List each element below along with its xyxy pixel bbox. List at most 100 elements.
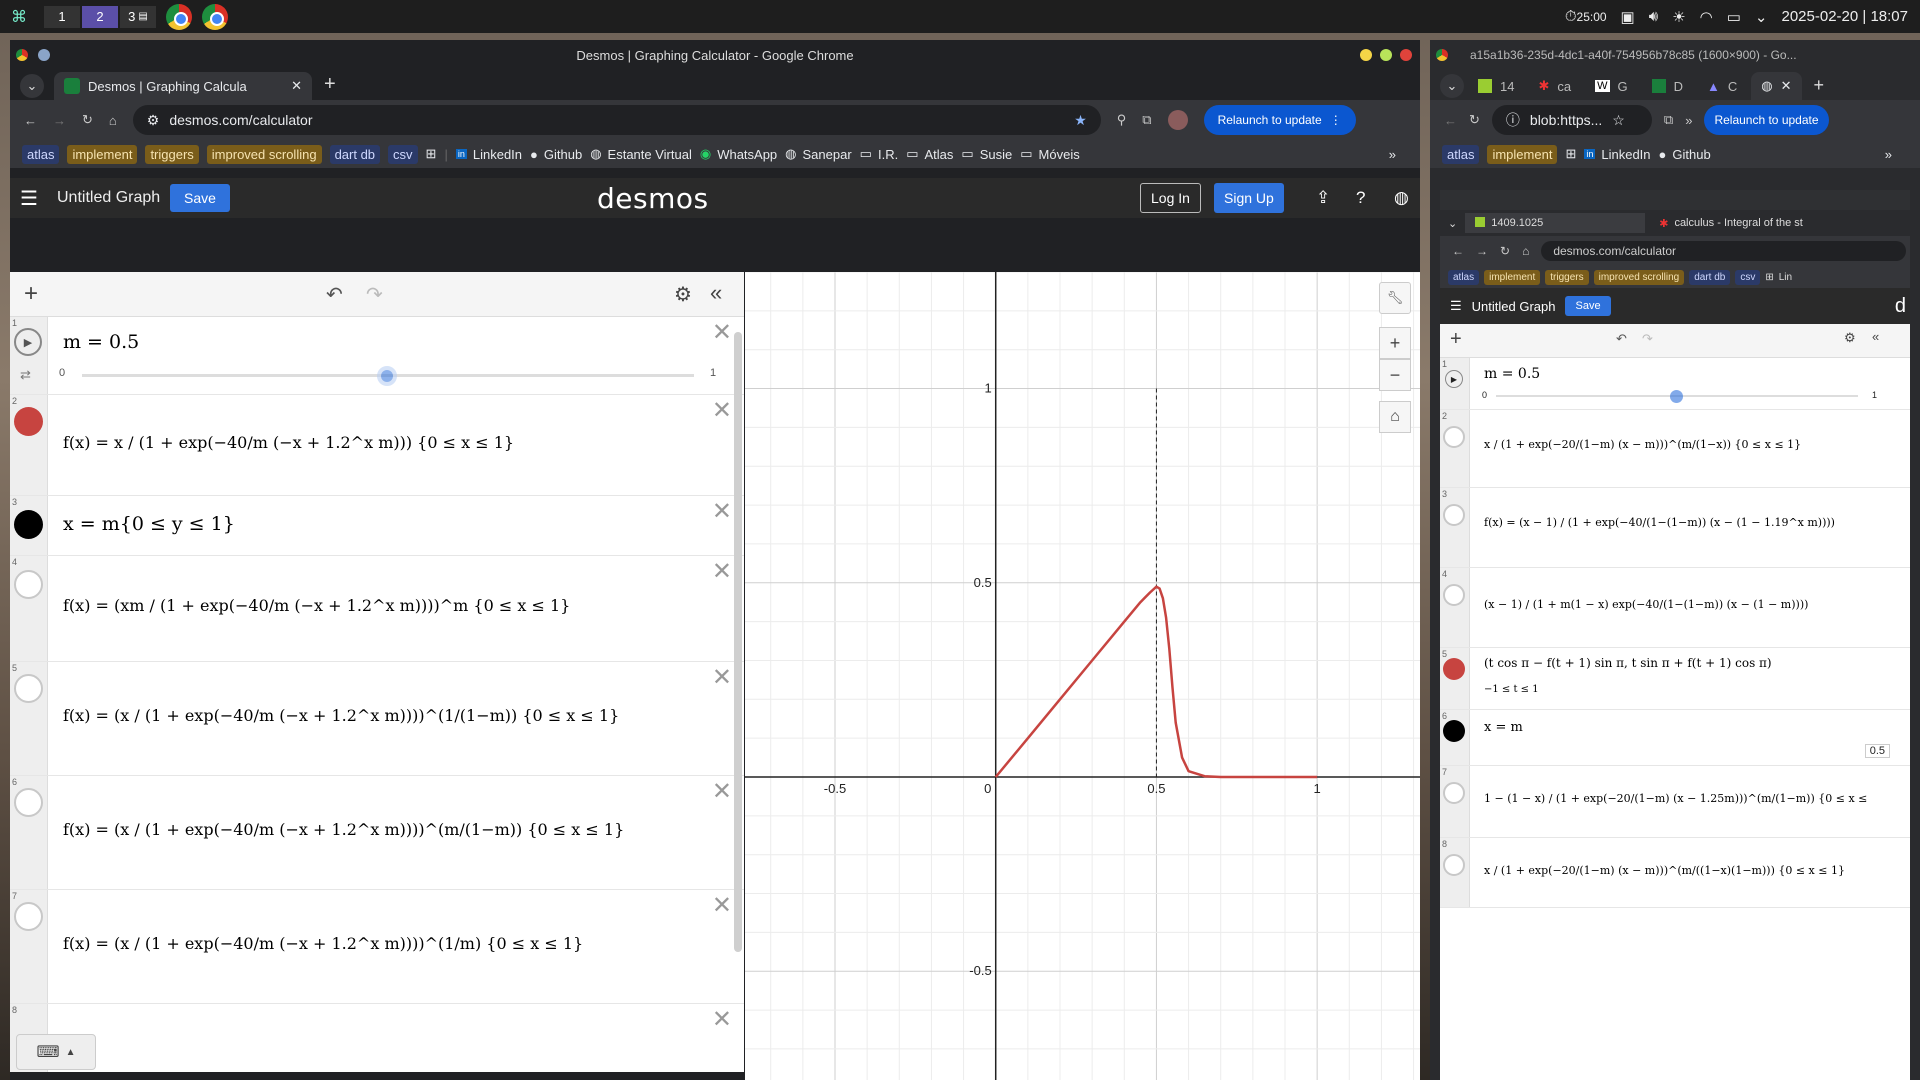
hamburger-menu-icon[interactable]: ☰ <box>20 186 38 211</box>
site-info-icon[interactable]: ⚙ <box>147 112 160 129</box>
redo-icon[interactable]: ↷ <box>366 282 383 307</box>
bookmark-github[interactable]: ● Github <box>1659 147 1711 162</box>
bookmark-estante-virtual[interactable]: ◍ Estante Virtual <box>590 146 692 162</box>
brightness-icon[interactable]: ☀ <box>1672 8 1685 26</box>
delete-expression-icon[interactable]: ✕ <box>712 321 732 345</box>
help-icon[interactable]: ? <box>1356 188 1365 208</box>
bookmark-sanepar[interactable]: ◍ Sanepar <box>785 146 852 162</box>
maximize-button[interactable] <box>1380 49 1392 61</box>
workspace-1[interactable]: 1 <box>44 5 80 28</box>
undo-icon[interactable]: ↶ <box>326 282 343 307</box>
omnibox[interactable]: ⓘ blob:https... ☆ <box>1491 105 1652 135</box>
graph-title[interactable]: Untitled Graph <box>57 189 160 207</box>
slider-handle[interactable] <box>377 366 397 386</box>
side-tab-active[interactable]: ◍ ✕ <box>1751 72 1802 100</box>
workspace-2[interactable]: 2 <box>82 5 118 28</box>
bookmark-github[interactable]: ● Github <box>530 147 582 162</box>
window-pin-icon[interactable] <box>38 49 50 61</box>
volume-icon[interactable]: 🔊︎ <box>1649 8 1658 25</box>
expression-math[interactable]: f(x) = (x / (1 + exp(−40/m (−x + 1.2^x m… <box>63 706 619 725</box>
signup-button[interactable]: Sign Up <box>1214 183 1284 213</box>
profile-avatar[interactable] <box>1167 110 1188 130</box>
delete-expression-icon[interactable]: ✕ <box>712 666 732 690</box>
expression-row-5[interactable]: 5 f(x) = (x / (1 + exp(−40/m (−x + 1.2^x… <box>10 662 744 776</box>
workspace-3[interactable]: 3 ▤ <box>120 5 156 28</box>
tab-search-icon[interactable]: ⌄ <box>1448 217 1457 230</box>
language-globe-icon[interactable]: ◍ <box>1394 188 1409 208</box>
graph-paper[interactable]: -0.5 0 0.5 1 1 0.5 -0.5 🔧︎ + − ⌂ <box>745 272 1420 1080</box>
side-tab-5[interactable]: ▲ C <box>1697 72 1747 100</box>
minimize-button[interactable] <box>1360 49 1372 61</box>
side-tab-2[interactable]: ✱ ca <box>1528 72 1581 100</box>
bookmark-folder-ir[interactable]: ▭ I.R. <box>860 146 899 162</box>
bookmarks-overflow-icon[interactable]: » <box>1389 147 1396 162</box>
graph-canvas[interactable]: -0.5 0 0.5 1 1 0.5 -0.5 <box>745 272 1420 1080</box>
bookmark-folder-susie[interactable]: ▭ Susie <box>961 146 1012 162</box>
app-launcher-icon[interactable]: ⌘ <box>6 4 32 30</box>
graph-color-icon[interactable] <box>14 510 43 539</box>
save-button[interactable]: Save <box>170 184 230 212</box>
bookmark-improved-scrolling[interactable]: improved scrolling <box>206 144 322 164</box>
bookmark-folder-atlas[interactable]: ▭ Atlas <box>906 146 953 162</box>
bookmark-folder-moveis[interactable]: ▭ Móveis <box>1020 146 1079 162</box>
graph-color-icon[interactable] <box>14 902 43 931</box>
extensions-icon[interactable]: ⧉ <box>1142 112 1151 128</box>
bookmark-star-icon[interactable]: ☆ <box>1612 112 1625 129</box>
back-icon[interactable]: ← <box>24 113 37 128</box>
loop-icon[interactable]: ⇄ <box>20 367 31 383</box>
chrome-taskbar-icon[interactable] <box>166 3 192 30</box>
delete-expression-icon[interactable]: ✕ <box>712 1008 732 1032</box>
tab-search-icon[interactable]: ⌄ <box>1440 74 1464 98</box>
overflow-icon[interactable]: » <box>1685 113 1692 128</box>
expression-row-6[interactable]: 6 f(x) = (x / (1 + exp(−40/m (−x + 1.2^x… <box>10 776 744 890</box>
side-tab-3[interactable]: WG <box>1585 72 1638 100</box>
timer-icon[interactable]: ⏱25:00 <box>1565 8 1607 25</box>
expression-math[interactable]: x = m{0 ≤ y ≤ 1} <box>63 513 235 535</box>
expression-math[interactable]: f(x) = x / (1 + exp(−40/m (−x + 1.2^x m)… <box>63 433 514 452</box>
expression-math[interactable]: f(x) = (x / (1 + exp(−40/m (−x + 1.2^x m… <box>63 934 583 953</box>
expression-scrollbar[interactable] <box>734 332 742 952</box>
bookmark-linkedin[interactable]: in LinkedIn <box>1584 147 1651 162</box>
zoom-in-button[interactable]: + <box>1379 327 1411 359</box>
share-icon[interactable]: ⇪ <box>1316 188 1330 208</box>
reload-icon[interactable]: ↻ <box>82 112 93 128</box>
tab-search-icon[interactable]: ⌄ <box>20 74 44 98</box>
bookmark-whatsapp[interactable]: ◉ WhatsApp <box>700 146 777 162</box>
apps-grid-icon[interactable]: ⊞ <box>426 146 437 162</box>
relaunch-button[interactable]: Relaunch to update ⋮ <box>1203 105 1356 135</box>
delete-expression-icon[interactable]: ✕ <box>712 399 732 423</box>
expression-row-7[interactable]: 7 f(x) = (x / (1 + exp(−40/m (−x + 1.2^x… <box>10 890 744 1004</box>
collapse-panel-icon[interactable]: « <box>710 280 722 306</box>
nested-tab-1[interactable]: 1409.1025 <box>1465 213 1646 233</box>
wifi-icon[interactable]: ◠ <box>1700 8 1713 26</box>
bookmark-star-icon[interactable]: ★ <box>1074 112 1087 129</box>
graph-color-icon[interactable] <box>14 407 43 436</box>
expression-math[interactable]: f(x) = (xm / (1 + exp(−40/m (−x + 1.2^x … <box>63 596 570 615</box>
graph-color-icon[interactable] <box>14 570 43 599</box>
forward-icon[interactable]: → <box>53 113 66 128</box>
new-tab-icon[interactable]: + <box>324 73 336 96</box>
delete-expression-icon[interactable]: ✕ <box>712 894 732 918</box>
zoom-home-button[interactable]: ⌂ <box>1379 401 1411 433</box>
close-tab-icon[interactable]: ✕ <box>1781 78 1792 94</box>
zoom-out-button[interactable]: − <box>1379 359 1411 391</box>
play-slider-icon[interactable]: ▶ <box>14 328 42 356</box>
bookmark-linkedin[interactable]: in LinkedIn <box>455 147 522 162</box>
keyboard-toggle-button[interactable]: ⌨ ▲ <box>16 1034 96 1070</box>
delete-expression-icon[interactable]: ✕ <box>712 560 732 584</box>
new-tab-icon[interactable]: + <box>1814 75 1825 96</box>
nested-tab-2[interactable]: ✱ calculus - Integral of the st <box>1653 213 1833 234</box>
expression-row-3[interactable]: 3 x = m{0 ≤ y ≤ 1} ✕ <box>10 496 744 556</box>
battery-icon[interactable]: ▭ <box>1727 8 1741 26</box>
expression-row-2[interactable]: 2 f(x) = x / (1 + exp(−40/m (−x + 1.2^x … <box>10 395 744 496</box>
back-icon[interactable]: ← <box>1444 113 1457 128</box>
close-window-button[interactable] <box>1400 49 1412 61</box>
expression-math[interactable]: m = 0.5 <box>63 331 139 353</box>
graph-color-icon[interactable] <box>14 788 43 817</box>
side-tab-4[interactable]: D <box>1642 72 1693 100</box>
bookmark-implement[interactable]: implement <box>67 144 138 164</box>
graph-settings-button[interactable]: 🔧︎ <box>1379 282 1411 314</box>
add-expression-icon[interactable]: + <box>24 280 38 308</box>
expression-row-8[interactable]: 8 ✕ <box>10 1004 744 1072</box>
bookmark-atlas[interactable]: atlas <box>1442 144 1480 164</box>
